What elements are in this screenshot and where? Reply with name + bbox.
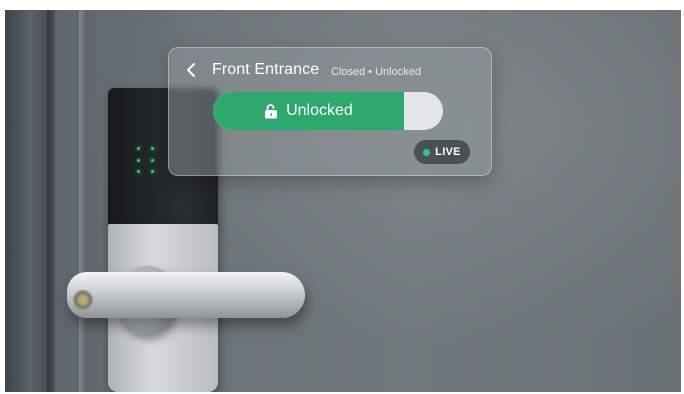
lock-title: Front Entrance bbox=[212, 61, 320, 78]
slider-label: Unlocked bbox=[286, 102, 353, 119]
live-badge: LIVE bbox=[414, 140, 470, 164]
status-separator: • bbox=[368, 66, 373, 78]
lock-status-text: Closed • Unlocked bbox=[331, 66, 421, 78]
door-lever-handle bbox=[67, 272, 305, 318]
unlock-icon bbox=[265, 103, 278, 118]
door-scene: Front Entrance Closed • Unlocked Unlocked … bbox=[5, 10, 681, 392]
slider-fill: Unlocked bbox=[213, 92, 404, 130]
lock-toggle-slider[interactable]: Unlocked bbox=[213, 92, 443, 130]
door-gap bbox=[47, 10, 55, 392]
keypad-leds bbox=[137, 147, 157, 177]
lock-status-card: Front Entrance Closed • Unlocked Unlocked … bbox=[168, 47, 492, 176]
back-button[interactable] bbox=[183, 60, 199, 80]
live-label: LIVE bbox=[435, 146, 461, 158]
chevron-left-icon bbox=[187, 63, 195, 77]
key-cylinder bbox=[73, 290, 93, 310]
door-state: Closed bbox=[331, 66, 366, 78]
lock-state: Unlocked bbox=[375, 66, 421, 78]
door-frame bbox=[5, 10, 47, 392]
door-bevel bbox=[79, 10, 87, 392]
live-indicator-dot bbox=[423, 148, 431, 156]
